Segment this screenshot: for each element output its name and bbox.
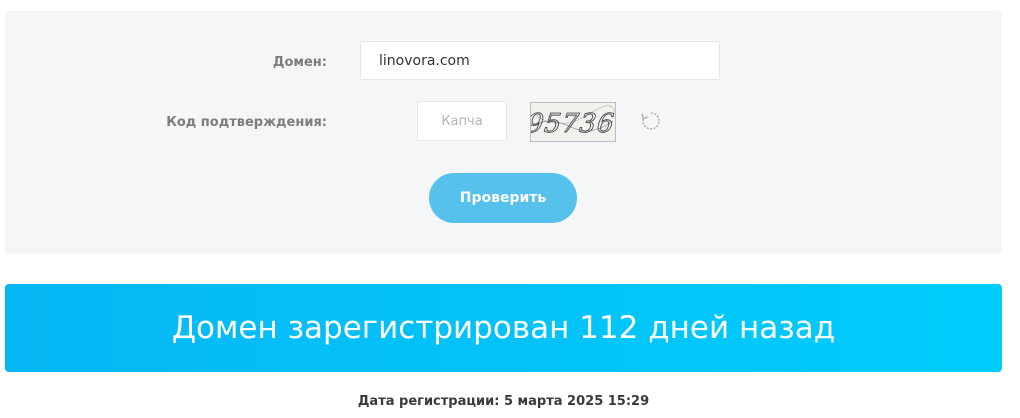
result-banner: Домен зарегистрирован 112 дней назад <box>5 284 1002 372</box>
captcha-image: 95736 <box>530 102 616 142</box>
captcha-input[interactable] <box>417 101 507 141</box>
check-button[interactable]: Проверить <box>429 173 577 223</box>
registration-date: Дата регистрации: 5 марта 2025 15:29 <box>357 394 650 409</box>
captcha-code-text: 95736 <box>531 109 615 139</box>
result-headline: Домен зарегистрирован 112 дней назад <box>171 310 836 346</box>
domain-label: Домен: <box>272 55 327 70</box>
captcha-label: Код подтверждения: <box>166 115 327 130</box>
refresh-icon[interactable] <box>640 110 662 132</box>
domain-check-form: Домен: Код подтверждения: 95736 Проверит… <box>5 11 1002 254</box>
domain-input[interactable] <box>360 41 720 80</box>
